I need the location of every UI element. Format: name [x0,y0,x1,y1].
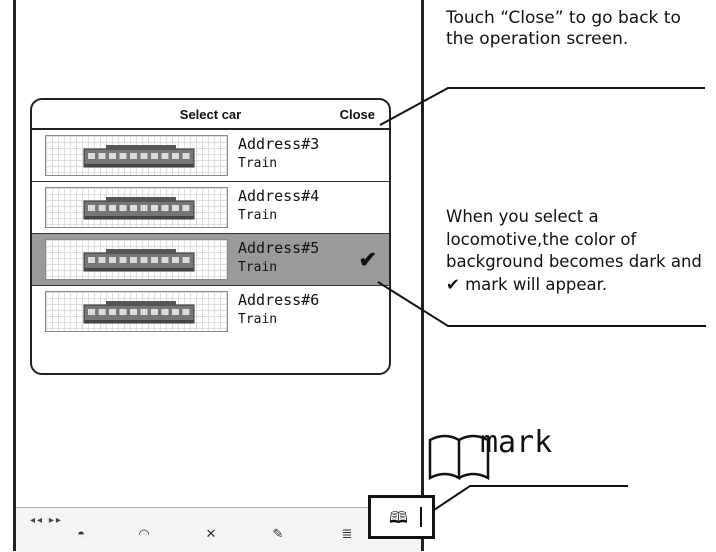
book-outline-icon [428,434,490,481]
callout-lines [377,87,706,511]
